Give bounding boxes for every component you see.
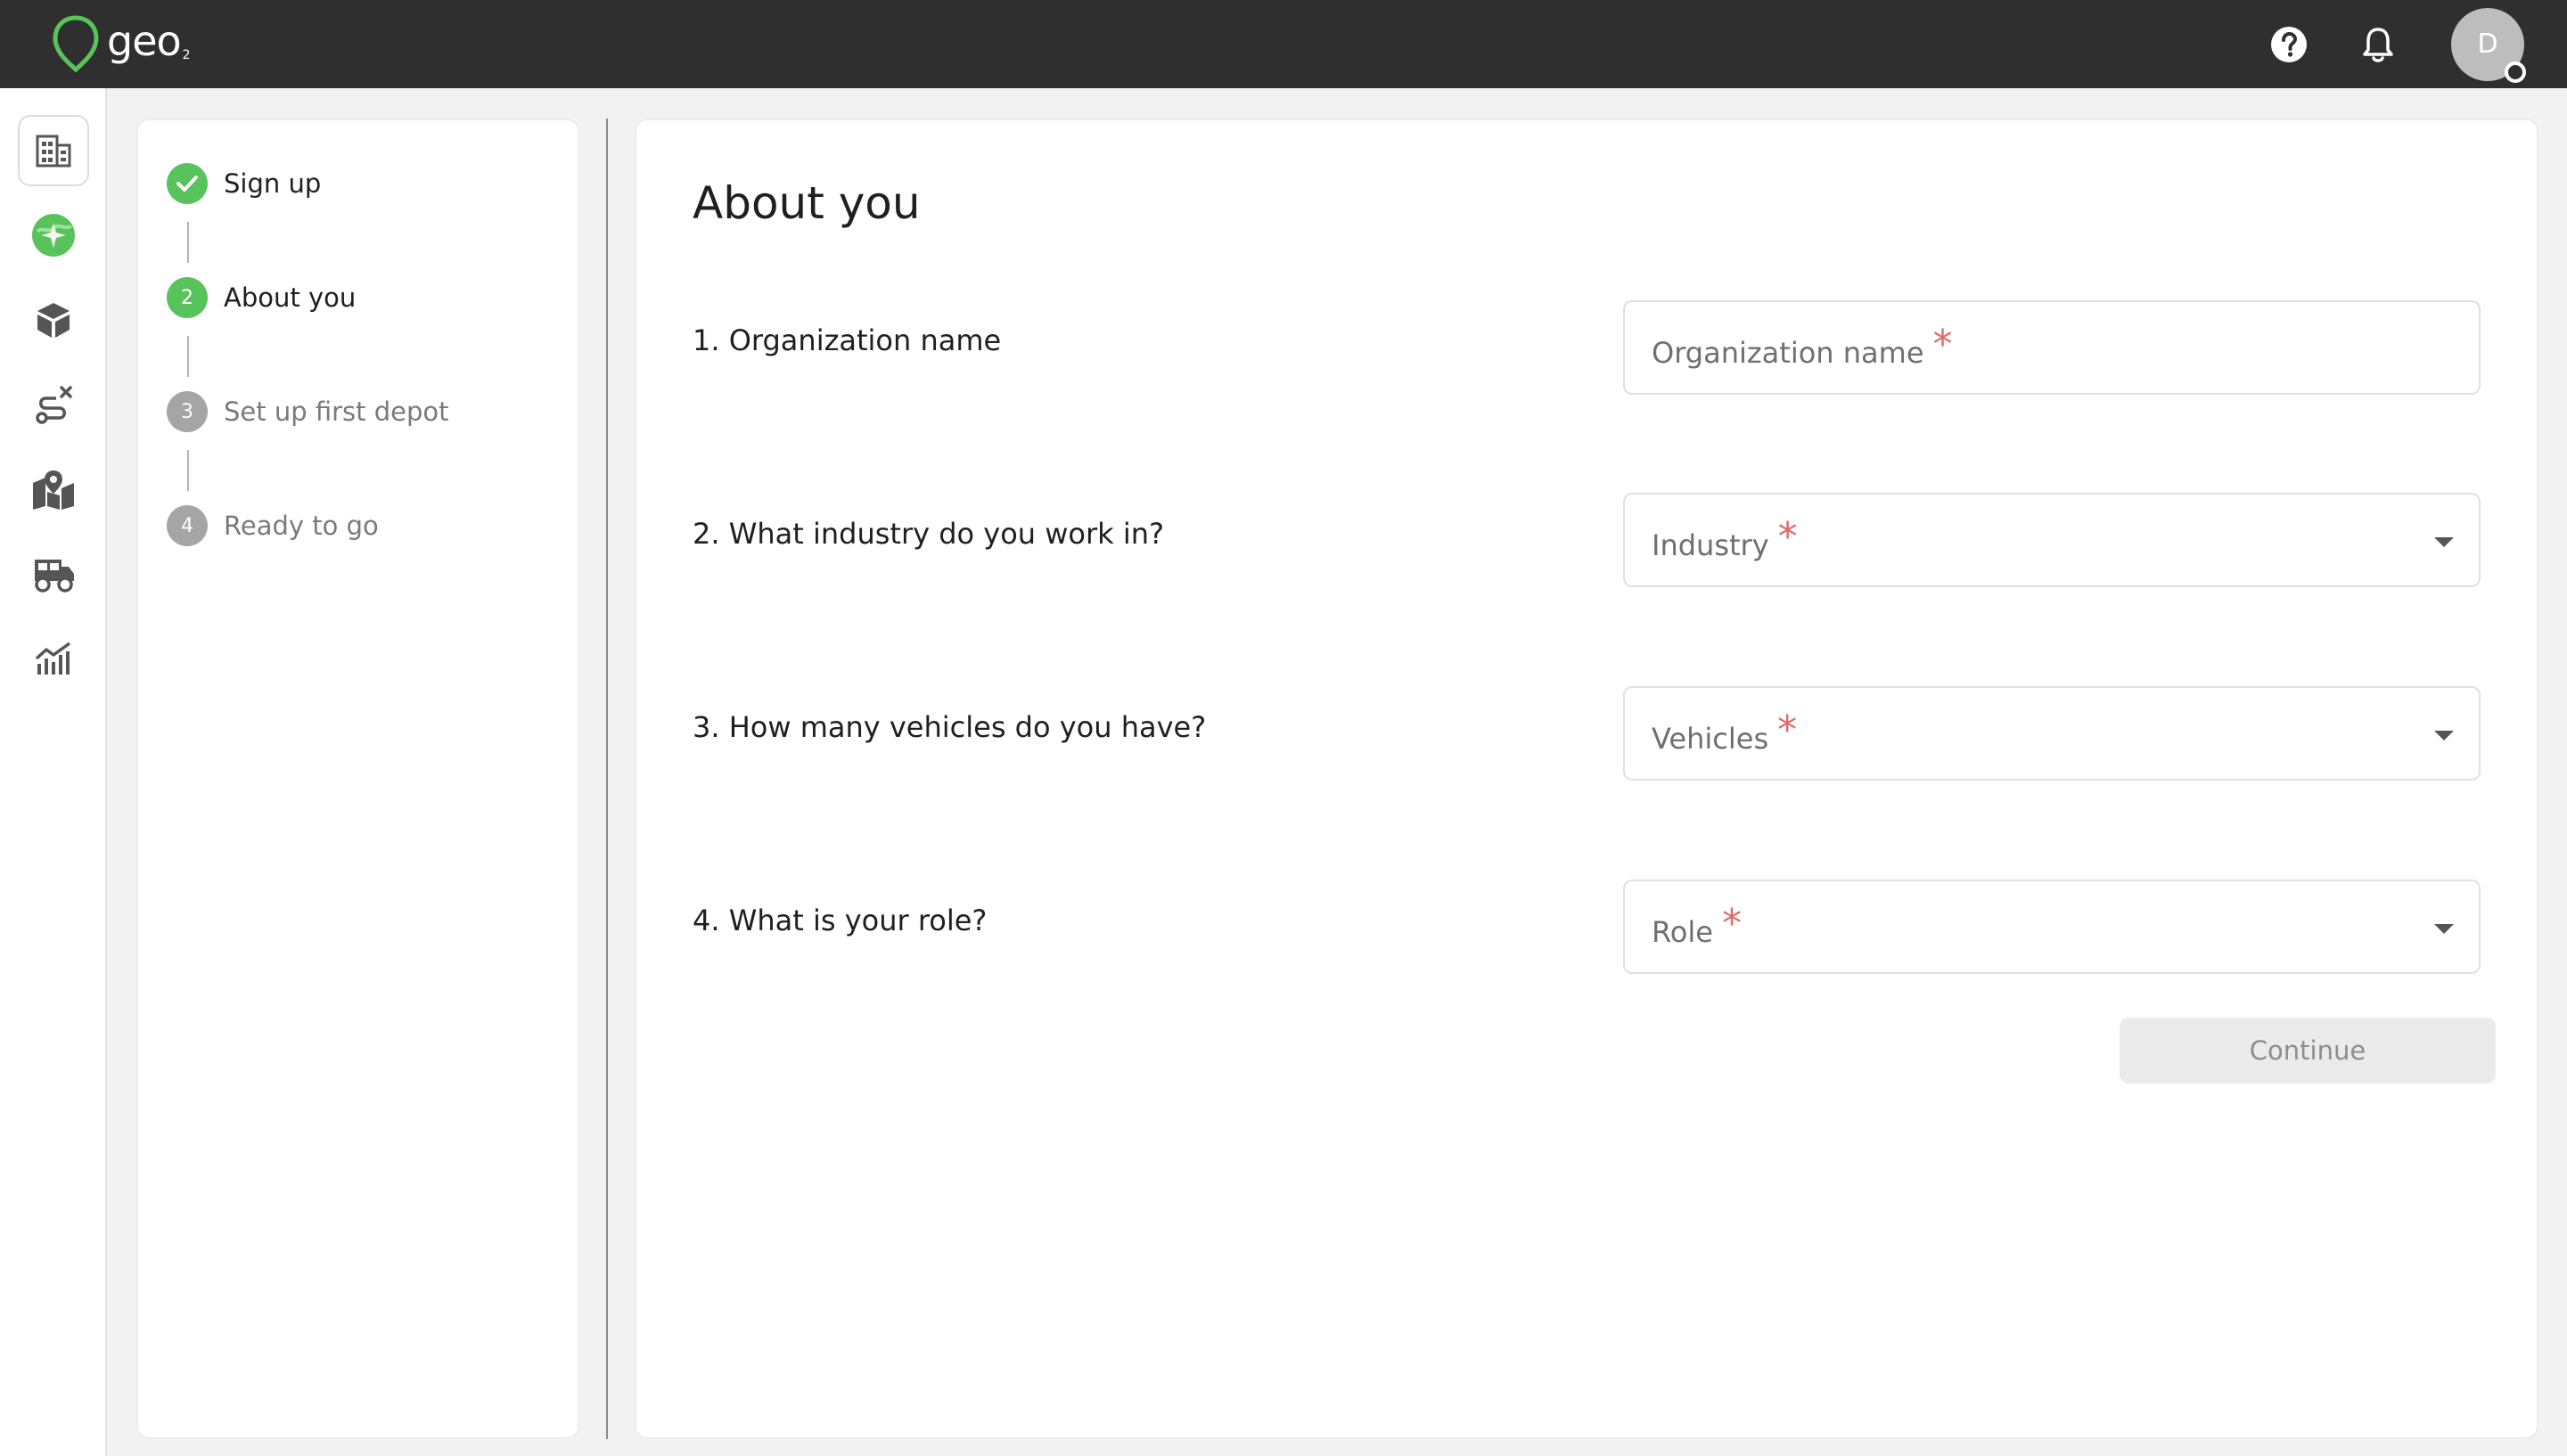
required-asterisk: * (1777, 513, 1798, 560)
sidebar-item-explore[interactable] (18, 200, 89, 271)
industry-select[interactable]: Industry * (1623, 493, 2481, 587)
top-actions: D (2225, 0, 2526, 88)
sidebar-item-analytics[interactable] (18, 623, 89, 694)
globe-sparkle-icon (32, 214, 75, 257)
notifications-button[interactable] (2353, 20, 2403, 70)
help-circle-icon (2271, 26, 2307, 62)
route-cancel-icon (36, 386, 72, 424)
steps-panel: Sign up 2 About you 3 Set up first depot… (136, 119, 579, 1439)
truck-icon (35, 560, 74, 593)
map-pin-icon (33, 470, 74, 510)
logo-subscript: 2 (182, 48, 191, 62)
about-you-form: About you 1. Organization name Organizat… (635, 119, 2538, 1439)
field-label: Organization name (1652, 336, 1924, 370)
bell-icon (2363, 27, 2393, 62)
step-number: 2 (167, 277, 208, 318)
chevron-down-icon (2434, 537, 2454, 547)
sidebar-item-map[interactable] (18, 454, 89, 525)
step-label: Set up first depot (224, 397, 449, 427)
step-set-up-first-depot[interactable]: 3 Set up first depot (167, 391, 449, 432)
organization-name-input[interactable]: Organization name * (1623, 300, 2481, 395)
step-label: Sign up (224, 168, 322, 199)
logo[interactable]: geo 2 (52, 14, 191, 73)
page-title: About you (693, 177, 921, 229)
package-icon (37, 303, 70, 338)
building-icon (36, 135, 71, 168)
vehicles-select[interactable]: Vehicles * (1623, 686, 2481, 781)
help-button[interactable] (2264, 20, 2314, 70)
step-complete-check-icon (167, 163, 208, 204)
question-organization-name: 1. Organization name (693, 323, 1002, 357)
sidebar-item-vehicles[interactable] (18, 538, 89, 609)
logo-pin-icon (53, 15, 99, 73)
panel-divider (606, 119, 608, 1439)
top-bar: geo 2 D (0, 0, 2567, 88)
analytics-chart-icon (35, 642, 71, 675)
step-number: 4 (167, 505, 208, 546)
required-asterisk: * (1932, 321, 1953, 367)
step-ready-to-go[interactable]: 4 Ready to go (167, 505, 379, 546)
step-label: About you (224, 282, 357, 313)
question-industry: 2. What industry do you work in? (693, 517, 1164, 551)
avatar-status-dot (2505, 61, 2526, 83)
user-avatar[interactable]: D (2451, 7, 2526, 83)
sidebar-item-packages[interactable] (18, 284, 89, 356)
field-label: Role (1652, 915, 1713, 949)
required-asterisk: * (1721, 900, 1742, 946)
question-vehicles: 3. How many vehicles do you have? (693, 710, 1207, 744)
chevron-down-icon (2434, 924, 2454, 934)
avatar-initial: D (2477, 29, 2498, 60)
logo-text: geo (107, 17, 182, 65)
sidebar-item-organization[interactable] (18, 115, 89, 186)
role-select[interactable]: Role * (1623, 879, 2481, 974)
step-connector (187, 336, 189, 377)
field-label: Vehicles (1652, 722, 1769, 756)
step-connector (187, 222, 189, 263)
field-label: Industry (1652, 528, 1769, 562)
chevron-down-icon (2434, 731, 2454, 740)
required-asterisk: * (1777, 707, 1798, 753)
step-connector (187, 450, 189, 491)
step-number: 3 (167, 391, 208, 432)
sidebar (0, 88, 107, 1456)
continue-button[interactable]: Continue (2120, 1018, 2496, 1084)
step-sign-up[interactable]: Sign up (167, 163, 321, 204)
question-role: 4. What is your role? (693, 904, 988, 937)
step-label: Ready to go (224, 511, 379, 541)
step-about-you[interactable]: 2 About you (167, 277, 356, 318)
sidebar-item-routes[interactable] (18, 369, 89, 440)
